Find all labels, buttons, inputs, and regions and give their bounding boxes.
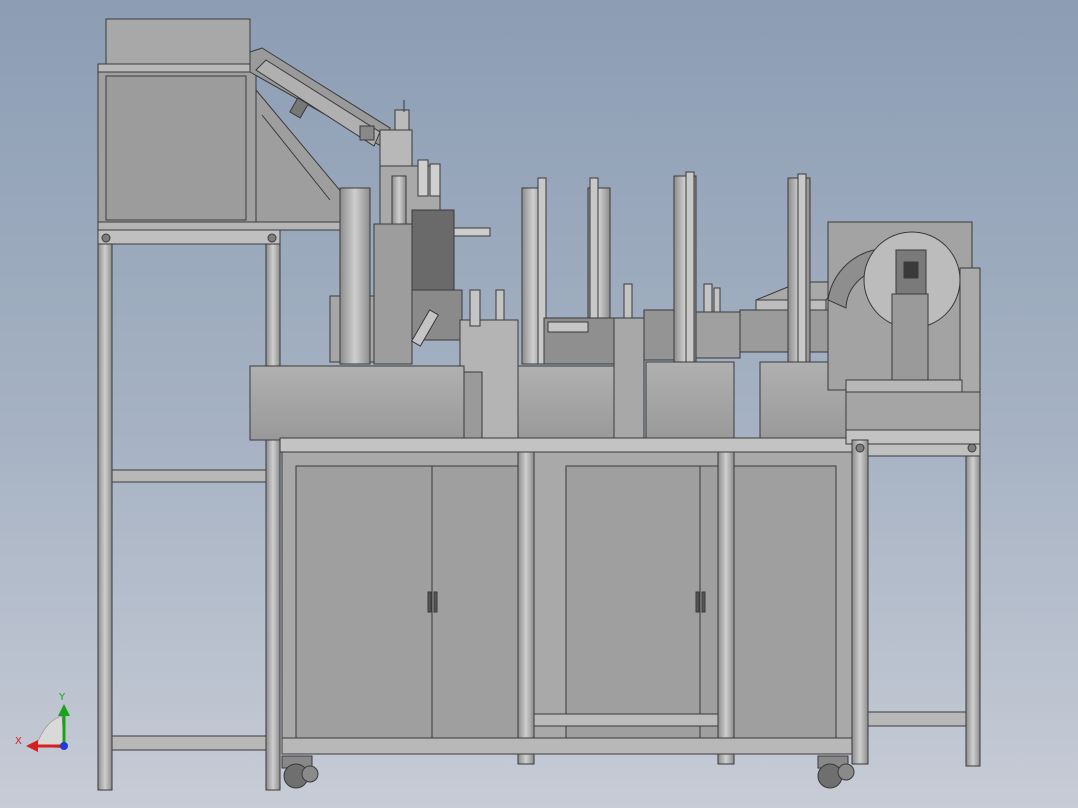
caster-right	[817, 755, 855, 789]
tower-crossbeam	[97, 221, 341, 231]
cabinet-post-2	[717, 451, 735, 765]
door-handle-left-b	[433, 591, 438, 613]
tower-mid-rail	[111, 469, 267, 483]
y-axis-label: Y	[58, 692, 66, 703]
door-handle-left-a	[427, 591, 432, 613]
press-left-column	[339, 187, 371, 365]
hopper-panel	[105, 75, 247, 221]
tower-left-leg	[97, 243, 113, 791]
right-frame-leg	[965, 455, 981, 767]
cabinet-door-left	[295, 465, 521, 739]
cabinet-door-right	[565, 465, 837, 739]
reel-base	[845, 391, 981, 431]
door-handle-right-b	[701, 591, 706, 613]
x-arrow-head	[26, 740, 38, 752]
cabinet-base	[281, 737, 855, 755]
cabinet-post-3	[851, 439, 869, 765]
z-axis-dot	[60, 742, 68, 750]
door-handle-right-a	[695, 591, 700, 613]
cabinet-post-1	[517, 451, 535, 765]
press-cylinder	[453, 227, 491, 237]
hopper-box	[105, 18, 251, 67]
middle-stations	[517, 171, 847, 441]
tower-plate	[97, 229, 281, 245]
tabletop	[279, 437, 853, 453]
right-frame	[855, 443, 981, 767]
orientation-triad: Y X	[15, 692, 70, 752]
triad-plane	[35, 715, 65, 749]
machine-assembly-drawing: Y X	[15, 18, 981, 791]
y-arrow-head	[58, 704, 70, 716]
x-axis-label: X	[15, 736, 22, 747]
caster-left	[281, 755, 319, 789]
station-box-3	[645, 361, 735, 441]
reel-unit	[827, 221, 981, 439]
press-head	[411, 209, 455, 291]
tower-right-leg	[265, 243, 281, 791]
left-station-box	[249, 365, 465, 441]
station-box-2	[517, 365, 615, 441]
cad-viewport[interactable]: Y X	[0, 0, 1078, 808]
hopper-top-beam	[97, 63, 259, 73]
main-cabinet	[281, 439, 869, 765]
tower-bottom-rail	[111, 735, 267, 751]
